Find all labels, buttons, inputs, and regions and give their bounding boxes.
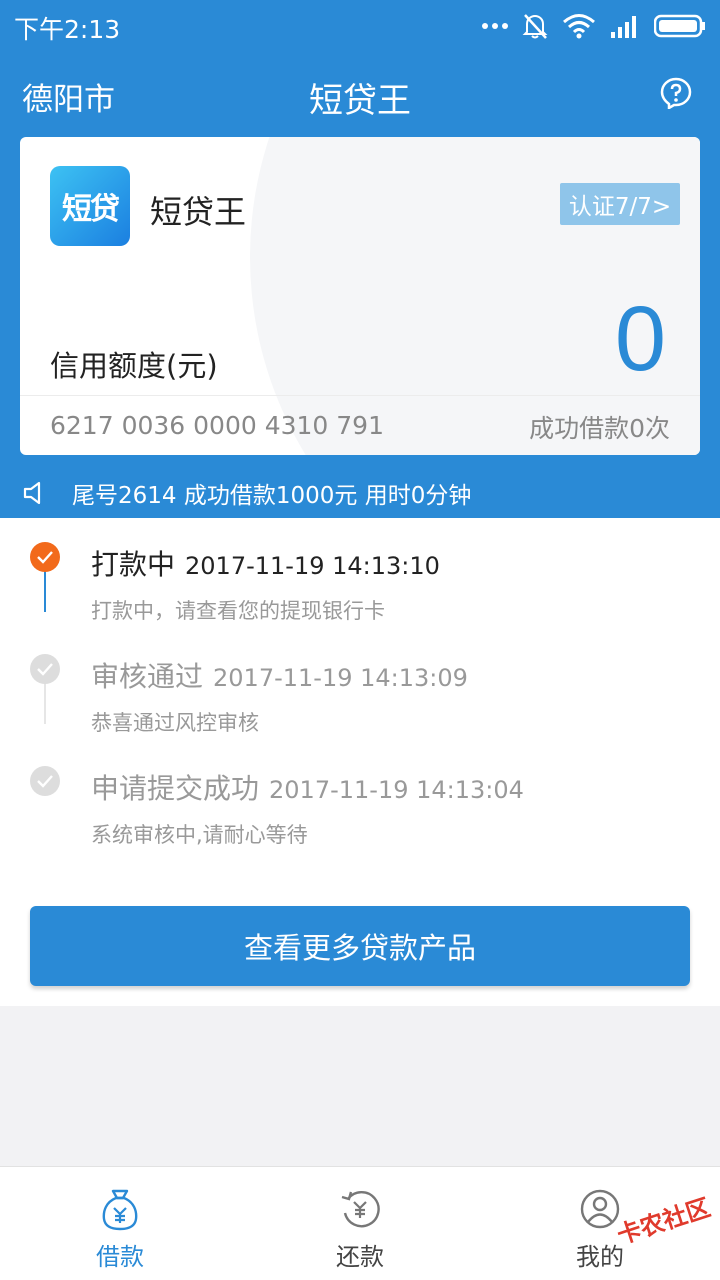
credit-limit-label: 信用额度(元) bbox=[50, 349, 218, 383]
loan-count: 成功借款0次 bbox=[529, 414, 670, 443]
step-2-label: 审核通过 bbox=[91, 660, 204, 693]
card-divider bbox=[20, 395, 700, 396]
money-bag-icon bbox=[102, 1189, 138, 1231]
tab-repay[interactable]: 还款 bbox=[260, 1167, 460, 1280]
battery-icon bbox=[654, 14, 705, 38]
status-icons bbox=[482, 12, 706, 40]
certification-badge[interactable]: 认证7/7> bbox=[560, 183, 680, 225]
check-icon bbox=[30, 766, 60, 796]
timeline-line-active bbox=[44, 570, 46, 612]
app-logo: 短贷 bbox=[50, 166, 130, 246]
signal-icon bbox=[611, 16, 636, 38]
loan-progress-timeline: 打款中 2017-11-19 14:13:10 打款中，请查看您的提现银行卡 审核… bbox=[0, 518, 720, 1006]
notice-bar: 尾号2614 成功借款1000元 用时0分钟 bbox=[22, 478, 472, 509]
timeline-step-2-title: 审核通过 2017-11-19 14:13:09 bbox=[91, 655, 468, 695]
bank-card-number: 6217 0036 0000 4310 791 bbox=[50, 411, 384, 440]
step-3-desc: 系统审核中,请耐心等待 bbox=[91, 823, 308, 847]
tab-borrow[interactable]: 借款 bbox=[20, 1167, 220, 1280]
step-1-label: 打款中 bbox=[91, 548, 176, 581]
page-title: 短贷王 bbox=[309, 81, 411, 121]
timeline-step-3-title: 申请提交成功 2017-11-19 14:13:04 bbox=[91, 767, 524, 807]
step-1-time: 2017-11-19 14:13:10 bbox=[185, 552, 440, 580]
header-area: 下午2:13 德阳市 短贷王 短贷 短贷王 认证7/7> 信用额度(元) 0 6… bbox=[0, 0, 720, 518]
app-name: 短贷王 bbox=[150, 193, 247, 231]
tab-mine-label: 我的 bbox=[576, 1243, 624, 1271]
tab-borrow-label: 借款 bbox=[96, 1243, 144, 1271]
app-logo-text: 短贷 bbox=[62, 192, 120, 227]
more-dots-icon bbox=[482, 23, 508, 29]
step-3-label: 申请提交成功 bbox=[91, 772, 260, 805]
step-3-time: 2017-11-19 14:13:04 bbox=[269, 776, 524, 804]
credit-card-panel: 短贷 短贷王 认证7/7> 信用额度(元) 0 6217 0036 0000 4… bbox=[20, 137, 700, 455]
notice-text: 尾号2614 成功借款1000元 用时0分钟 bbox=[72, 483, 472, 509]
help-bubble-icon[interactable] bbox=[660, 77, 692, 109]
speaker-icon bbox=[23, 481, 41, 505]
check-icon bbox=[30, 654, 60, 684]
timeline-step-1-title: 打款中 2017-11-19 14:13:10 bbox=[91, 543, 440, 583]
bottom-tab-bar: 借款 还款 我的 bbox=[0, 1166, 720, 1280]
wifi-icon bbox=[563, 14, 595, 39]
more-loan-products-button[interactable]: 查看更多贷款产品 bbox=[30, 906, 690, 986]
credit-limit-value: 0 bbox=[614, 288, 666, 390]
check-icon bbox=[30, 542, 60, 572]
mute-bell-icon bbox=[522, 14, 548, 39]
step-2-desc: 恭喜通过风控审核 bbox=[91, 711, 259, 735]
status-bar: 下午2:13 bbox=[0, 0, 720, 50]
step-1-desc: 打款中，请查看您的提现银行卡 bbox=[91, 599, 385, 623]
status-time: 下午2:13 bbox=[14, 15, 121, 44]
step-2-time: 2017-11-19 14:13:09 bbox=[213, 664, 468, 692]
repay-icon bbox=[341, 1191, 380, 1228]
tab-repay-label: 还款 bbox=[336, 1243, 384, 1271]
timeline-line bbox=[44, 682, 46, 724]
